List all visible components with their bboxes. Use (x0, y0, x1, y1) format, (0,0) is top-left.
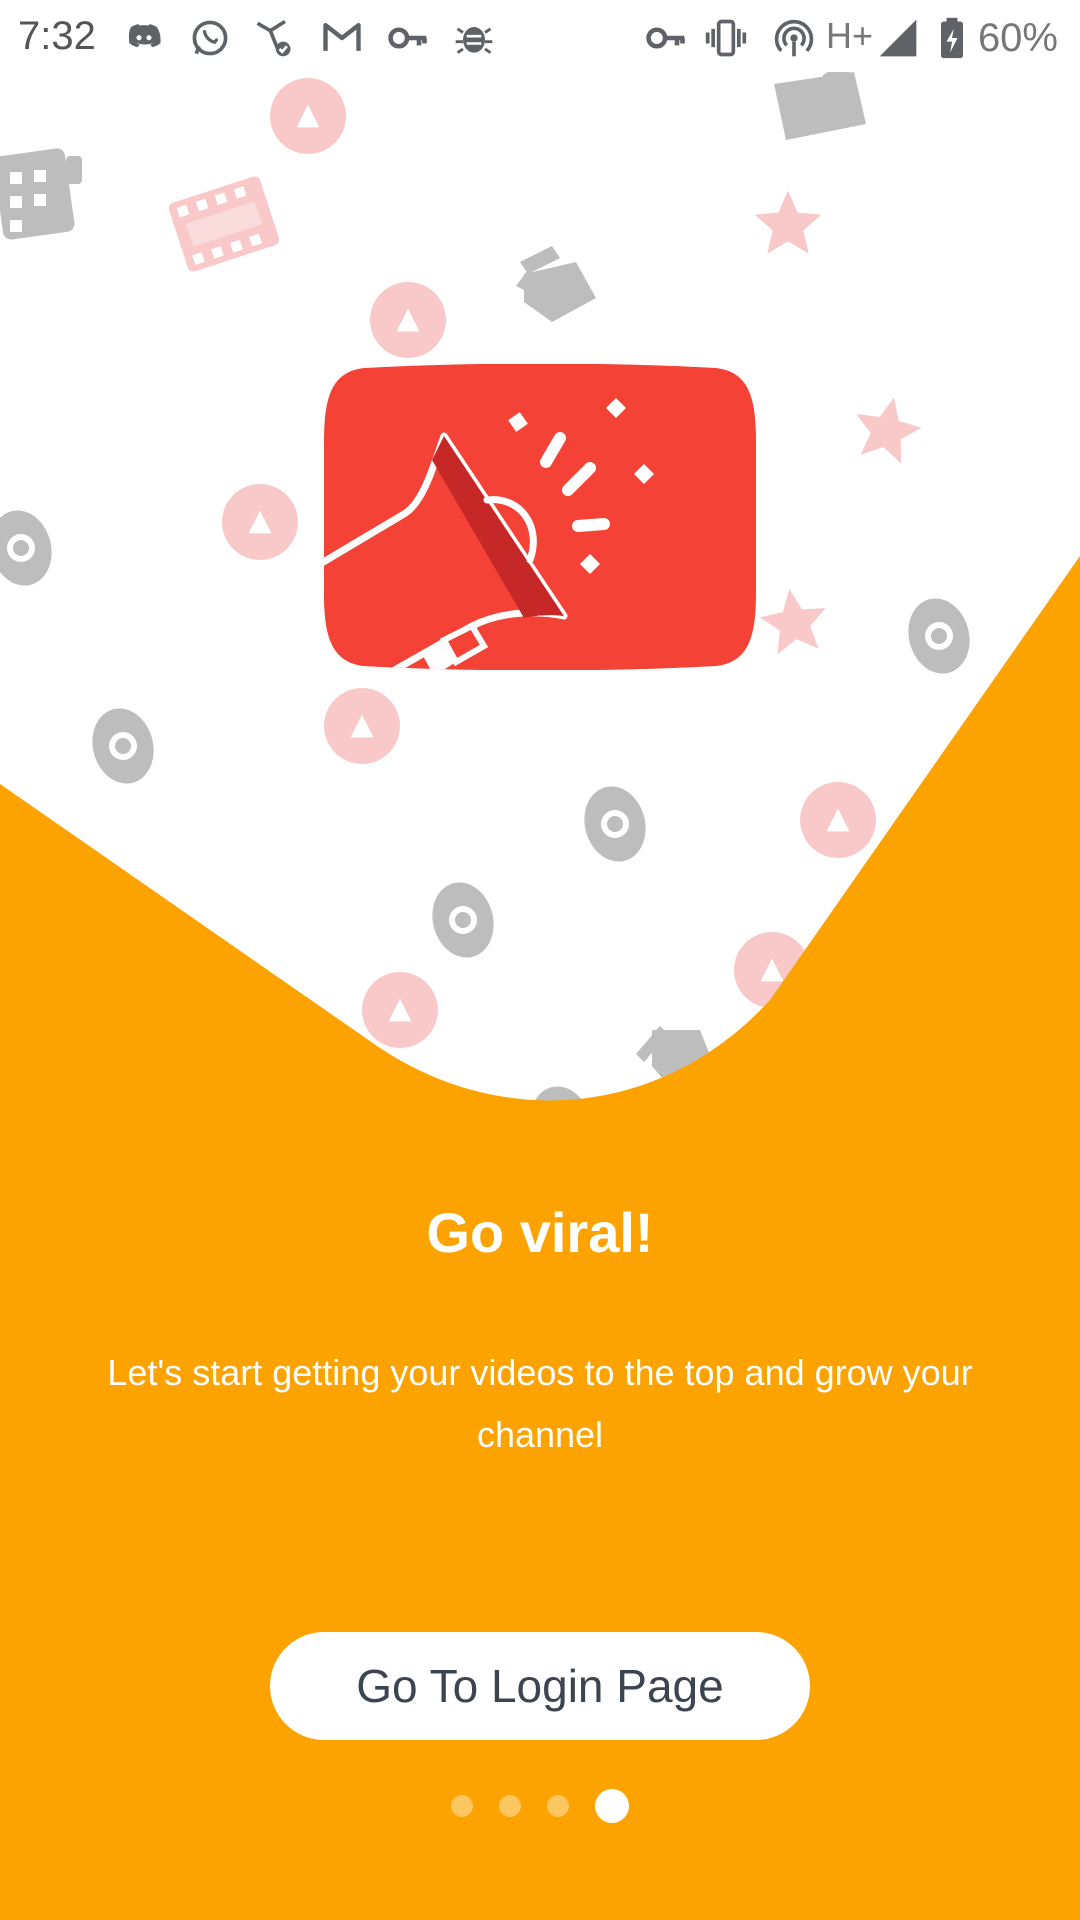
eye-icon (0, 508, 54, 588)
page-dot-active[interactable] (595, 1789, 629, 1823)
clapperboard-icon (508, 242, 604, 326)
play-circle-icon (370, 282, 446, 358)
share-check-icon (252, 16, 296, 60)
play-circle-icon (324, 688, 400, 764)
megaphone-play-logo (324, 364, 756, 670)
vpn-key-icon (644, 16, 688, 60)
status-bar: 7:32 H+ 60% (0, 0, 1080, 72)
page-indicator (0, 1788, 1080, 1824)
clapperboard-icon (624, 1006, 724, 1096)
play-circle-icon (800, 782, 876, 858)
vpn-key-icon (386, 16, 430, 60)
hero-illustration (0, 72, 1080, 1172)
eye-icon (430, 880, 496, 960)
network-type: H+ (826, 15, 874, 56)
eye-icon (906, 596, 972, 676)
eye-icon (528, 1084, 594, 1164)
discord-icon (122, 16, 166, 60)
battery-percent: 60% (977, 16, 1058, 60)
star-icon (747, 577, 841, 668)
gmail-icon (320, 16, 364, 60)
status-time: 7:32 (18, 14, 96, 58)
vibrate-icon (704, 16, 748, 60)
film-strip-icon (0, 140, 86, 240)
clapperboard-icon (762, 72, 874, 144)
hotspot-icon (772, 16, 816, 60)
bug-icon (452, 16, 496, 60)
onboarding-description: Let's start getting your videos to the t… (107, 1352, 973, 1455)
play-circle-icon (734, 932, 810, 1008)
play-circle-icon (270, 78, 346, 154)
go-to-login-button[interactable]: Go To Login Page (270, 1632, 810, 1740)
eye-icon (90, 706, 156, 786)
page-dot[interactable] (451, 1795, 473, 1817)
whatsapp-icon (188, 16, 232, 60)
page-dot[interactable] (547, 1795, 569, 1817)
page-dot[interactable] (499, 1795, 521, 1817)
eye-icon (582, 784, 648, 864)
star-icon (746, 184, 830, 264)
signal-icon (876, 16, 920, 60)
film-strip-icon (167, 173, 282, 275)
play-circle-icon (222, 484, 298, 560)
star-icon (839, 382, 936, 477)
play-circle-icon (362, 972, 438, 1048)
battery-charging-icon (930, 16, 974, 60)
onboarding-title: Go viral! (426, 1201, 654, 1264)
